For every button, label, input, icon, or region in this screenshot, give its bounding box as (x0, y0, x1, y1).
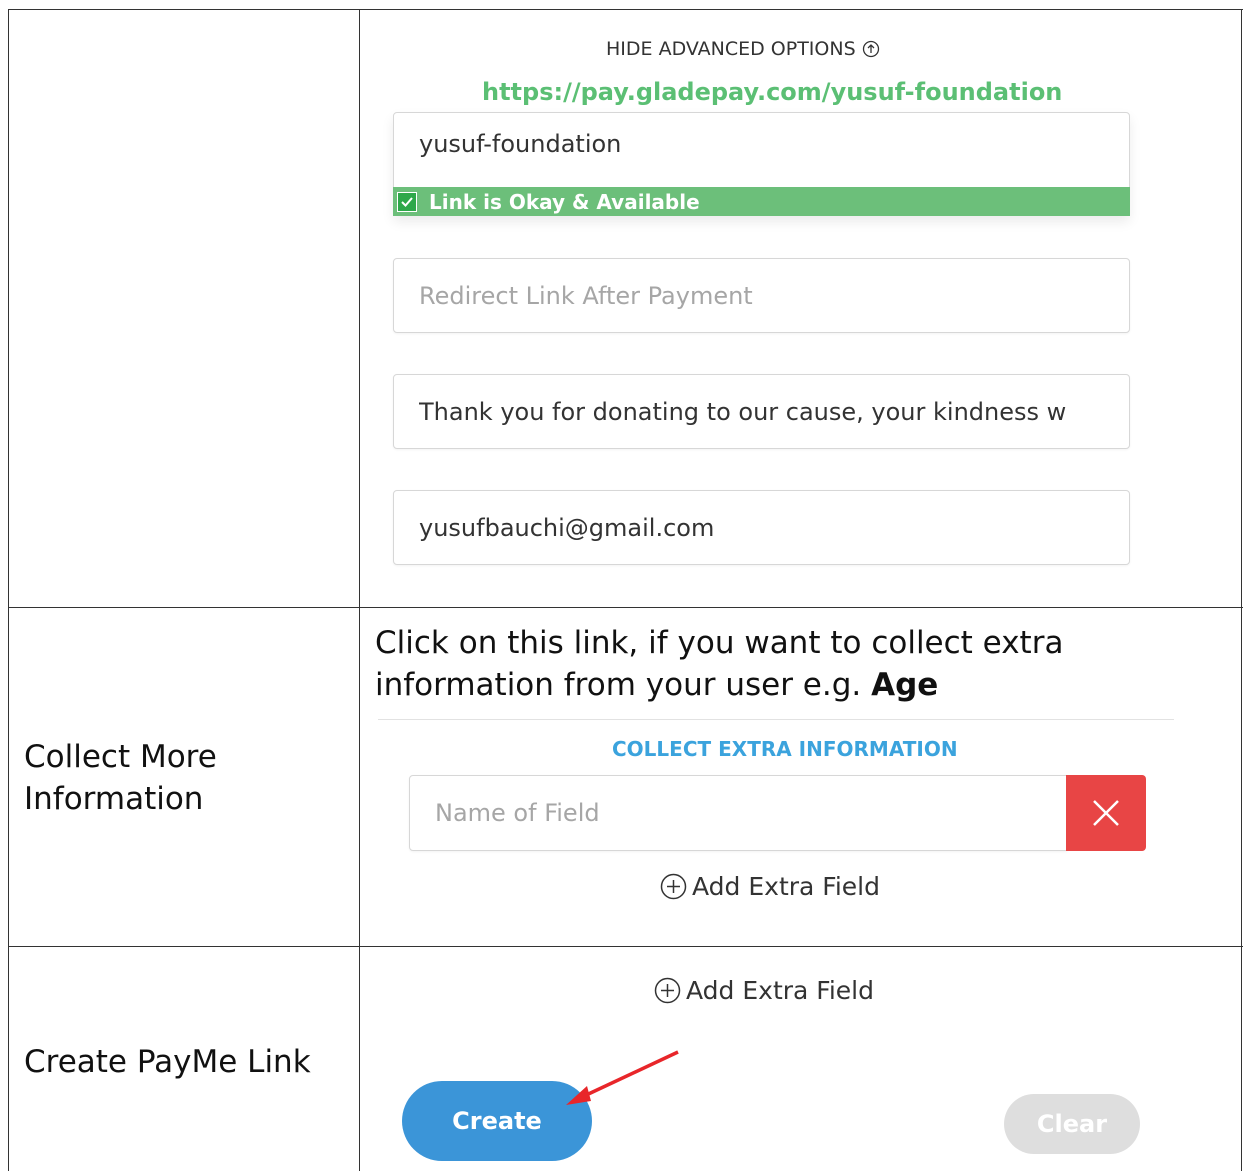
red-arrow-annotation (566, 1050, 679, 1105)
add-extra-field-button[interactable]: Add Extra Field (660, 872, 880, 901)
field-name-input[interactable]: Name of Field (409, 775, 1067, 851)
email-input[interactable]: yusufbauchi@gmail.com (393, 490, 1130, 565)
clear-button[interactable]: Clear (1004, 1094, 1140, 1154)
hide-advanced-options-link[interactable]: HIDE ADVANCED OPTIONS (606, 38, 880, 60)
remove-field-button[interactable] (1066, 775, 1146, 851)
collect-description-prefix: information from your user e.g. (375, 667, 862, 703)
redirect-link-input[interactable]: Redirect Link After Payment (393, 258, 1130, 333)
table-left-border (8, 9, 9, 1171)
collect-description-line-1: Click on this link, if you want to colle… (375, 625, 1064, 661)
collect-more-information-label: Collect More Information (24, 736, 217, 820)
clear-button-label: Clear (1036, 1110, 1108, 1138)
arrow-up-circle-icon (862, 40, 879, 58)
checkbox-checked-icon (397, 191, 417, 212)
add-extra-field-button-2[interactable]: Add Extra Field (654, 976, 874, 1005)
link-status-text: Link is Okay & Available (429, 189, 700, 214)
thank-you-message-input[interactable]: Thank you for donating to our cause, you… (393, 374, 1130, 449)
table-right-border (1241, 9, 1242, 1171)
payment-url: https://pay.gladepay.com/yusuf-foundatio… (482, 78, 1063, 106)
table-top-border (8, 9, 1243, 10)
collect-description-bold: Age (871, 667, 939, 703)
column-divider (359, 9, 360, 1171)
row-divider-2 (8, 946, 1243, 947)
thank-you-message-value: Thank you for donating to our cause, you… (419, 397, 1067, 426)
plus-circle-icon (654, 977, 681, 1004)
redirect-link-placeholder: Redirect Link After Payment (419, 281, 753, 310)
email-value: yusufbauchi@gmail.com (419, 513, 715, 542)
collect-description-line-2: information from your user e.g. Age (375, 664, 1063, 706)
hide-advanced-options-label: HIDE ADVANCED OPTIONS (606, 38, 856, 60)
create-payme-link-label: Create PayMe Link (24, 1044, 311, 1080)
field-name-placeholder: Name of Field (435, 799, 600, 827)
plus-circle-icon (660, 873, 687, 900)
add-extra-field-label: Add Extra Field (692, 872, 880, 901)
slug-input-value: yusuf-foundation (419, 130, 622, 158)
collect-label-line-2: Information (24, 781, 204, 817)
close-icon (1093, 800, 1119, 826)
create-button-label: Create (452, 1107, 542, 1135)
link-status-bar: Link is Okay & Available (393, 187, 1130, 216)
collect-label-line-1: Collect More (24, 739, 217, 775)
row-divider-1 (8, 607, 1243, 608)
collect-extra-information-title[interactable]: COLLECT EXTRA INFORMATION (612, 737, 958, 761)
collect-section-divider (378, 719, 1174, 720)
add-extra-field-label-2: Add Extra Field (686, 976, 874, 1005)
collect-description: Click on this link, if you want to colle… (375, 622, 1063, 706)
